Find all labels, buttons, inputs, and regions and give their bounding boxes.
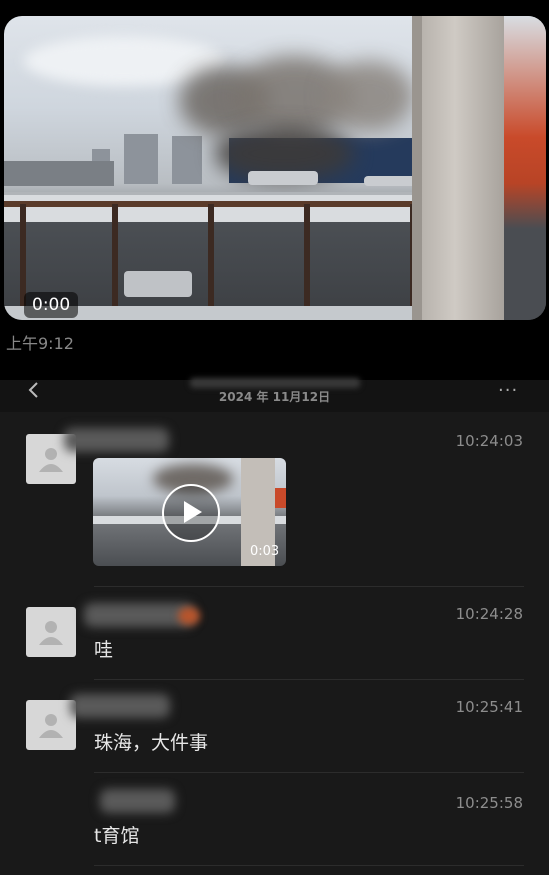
chat-history-panel: ··· 2024 年 11月12日 10:24:03 0:03 10:24:28… (0, 378, 549, 875)
message-text: t育馆 (94, 825, 140, 847)
message-time: 10:25:41 (455, 698, 523, 716)
railing-post (304, 204, 310, 314)
railing-post (112, 204, 118, 314)
video-preview[interactable]: 0:00 (4, 16, 546, 320)
railing-post (208, 204, 214, 314)
avatar[interactable] (26, 700, 76, 750)
play-icon[interactable] (162, 484, 220, 542)
sender-name (100, 789, 175, 813)
sender-name-emoji (178, 607, 200, 625)
building (172, 136, 202, 184)
message-text: 哇 (94, 639, 114, 661)
message-time: 上午9:12 (6, 334, 74, 353)
smoke (324, 61, 414, 131)
background-strip (275, 488, 286, 508)
divider (94, 865, 524, 866)
vehicle (364, 176, 419, 186)
default-avatar-icon (39, 714, 63, 738)
panel-header: ··· 2024 年 11月12日 (0, 378, 549, 412)
default-avatar-icon (39, 448, 63, 472)
message-time: 10:24:28 (455, 605, 523, 623)
avatar[interactable] (26, 607, 76, 657)
vehicle (248, 171, 318, 185)
background-strip (504, 16, 546, 320)
message-text: 珠海，大件事 (94, 732, 209, 754)
video-duration: 0:00 (24, 292, 79, 318)
video-duration: 0:03 (250, 544, 280, 559)
building (4, 161, 114, 186)
building (124, 134, 158, 184)
message-time: 10:25:58 (455, 794, 523, 812)
railing (4, 201, 429, 207)
chat-message: 10:24:28 哇 (0, 587, 549, 681)
vehicle (124, 271, 192, 297)
chat-message: 10:24:03 0:03 (0, 418, 549, 588)
sender-name (64, 428, 169, 452)
chat-message: 10:25:41 珠海，大件事 (0, 680, 549, 774)
sender-name (70, 694, 170, 718)
message-time: 10:24:03 (455, 432, 523, 450)
pillar (422, 16, 504, 320)
date-label: 2024 年 11月12日 (218, 390, 331, 404)
chat-message: 10:25:58 t育馆 (0, 773, 549, 875)
chat-title (190, 378, 360, 388)
default-avatar-icon (39, 621, 63, 645)
